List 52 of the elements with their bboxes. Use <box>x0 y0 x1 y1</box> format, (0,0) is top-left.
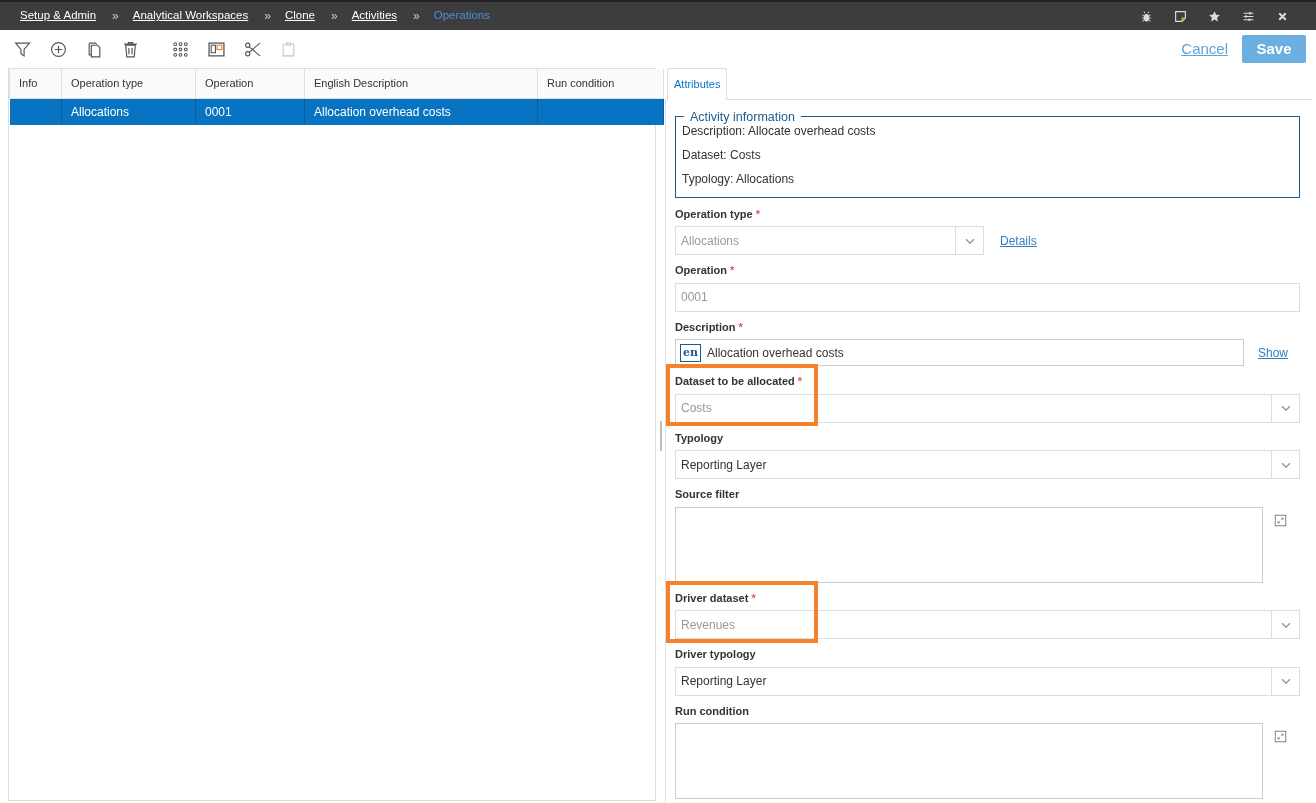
layout-icon[interactable] <box>207 40 225 58</box>
field-value: Allocation overhead costs <box>707 344 844 362</box>
trash-icon[interactable] <box>121 40 139 58</box>
column-header[interactable]: Run condition <box>537 69 664 98</box>
table-cell: Allocations <box>61 98 196 125</box>
sliders-icon[interactable] <box>1241 9 1255 23</box>
field-label: Driver typology <box>675 647 756 662</box>
info-text: Typology: Allocations <box>682 170 796 188</box>
filter-icon[interactable] <box>13 40 31 58</box>
expand-icon[interactable] <box>1274 730 1287 743</box>
separator-icon: » <box>413 7 420 25</box>
splitter-handle[interactable] <box>659 420 662 451</box>
note-icon[interactable] <box>1173 9 1187 23</box>
column-header[interactable]: Operation type <box>61 69 196 98</box>
breadcrumb-link[interactable]: Clone <box>284 7 315 25</box>
star-icon[interactable] <box>1207 9 1221 23</box>
column-header[interactable]: Operation <box>195 69 305 98</box>
field-label: Source filter <box>675 487 740 502</box>
required-mark: * <box>751 591 756 604</box>
show-link[interactable]: Show <box>1257 343 1288 362</box>
table-cell: Allocation overhead costs <box>304 98 538 125</box>
expand-icon[interactable] <box>1274 513 1287 527</box>
separator-icon: » <box>331 7 338 25</box>
bug-icon[interactable] <box>1139 9 1153 23</box>
field-label: Description * <box>675 319 743 335</box>
text-field[interactable]: en Allocation overhead costs <box>675 339 1244 366</box>
breadcrumb-link[interactable]: Setup & Admin <box>20 7 97 25</box>
breadcrumb-link[interactable]: Analytical Workspaces <box>132 7 249 25</box>
separator-icon: » <box>264 7 271 25</box>
grid-icon[interactable] <box>171 40 189 58</box>
info-text: Dataset: Costs <box>682 146 762 164</box>
add-icon[interactable] <box>49 40 67 58</box>
field-label: Typology <box>675 430 724 446</box>
language-badge: en <box>680 343 701 362</box>
column-header[interactable]: English Description <box>304 69 538 98</box>
table-cell: 0001 <box>195 98 305 125</box>
required-mark: * <box>755 207 760 220</box>
field-label: Run condition <box>675 703 749 719</box>
required-mark: * <box>797 375 803 387</box>
field-label: Dataset to be allocated * <box>675 374 803 389</box>
scissors-icon[interactable] <box>243 40 261 58</box>
required-mark: * <box>738 320 743 333</box>
field-label: Operation type * <box>675 206 760 222</box>
field-label: Operation * <box>675 263 735 278</box>
required-mark: * <box>729 264 735 276</box>
column-header[interactable]: Info <box>9 69 62 98</box>
dropdown-field[interactable]: Reporting Layer <box>675 450 1300 479</box>
field-label: Driver dataset * <box>675 590 756 606</box>
dropdown-field[interactable]: Reporting Layer <box>675 666 1300 696</box>
separator-icon: » <box>112 7 119 25</box>
tab[interactable]: Attributes <box>667 68 728 100</box>
breadcrumb-link[interactable]: Activities <box>351 7 398 25</box>
